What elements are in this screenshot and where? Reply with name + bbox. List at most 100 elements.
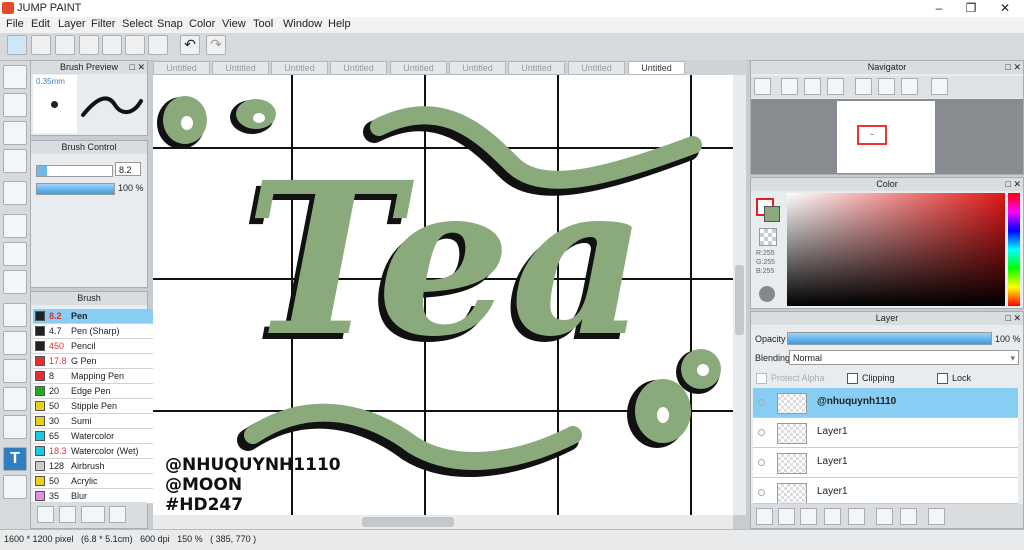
visibility-eye-icon[interactable] [758,429,765,436]
list-icon[interactable] [125,35,145,55]
layer-row[interactable]: Layer1 [753,418,1018,448]
menu-snap[interactable]: Snap [157,18,183,30]
brush-item[interactable]: 128 Airbrush [33,459,160,474]
zoom-out-icon[interactable] [827,78,844,95]
lock-checkbox[interactable]: Lock [937,373,971,385]
document-icon[interactable] [102,35,122,55]
move-tool-icon[interactable] [3,181,27,205]
menu-file[interactable]: File [6,18,24,30]
transparent-color-icon[interactable] [759,228,777,246]
menu-color[interactable]: Color [189,18,215,30]
canvas-vertical-scrollbar[interactable] [733,75,746,515]
menu-layer[interactable]: Layer [58,18,86,30]
visibility-eye-icon[interactable] [758,489,765,496]
menu-help[interactable]: Help [328,18,351,30]
rectangle-tool-icon[interactable] [3,121,27,145]
tab-untitled[interactable]: Untitled [271,61,328,75]
panel-close-icon[interactable]: □ ✕ [1006,62,1021,73]
brush-settings-icon[interactable] [37,506,54,523]
protect-alpha-checkbox[interactable]: Protect Alpha [756,373,825,385]
new-layer-icon[interactable] [756,508,773,525]
flip-icon[interactable] [931,78,948,95]
message-icon[interactable] [79,35,99,55]
tab-untitled[interactable]: Untitled [153,61,210,75]
layer-merge-icon[interactable] [900,508,917,525]
brush-delete-icon[interactable] [109,506,126,523]
line-tool-icon[interactable] [3,149,27,173]
color-wheel-icon[interactable] [759,286,775,302]
menu-edit[interactable]: Edit [31,18,50,30]
select-pen-tool-icon[interactable] [3,387,27,411]
tab-untitled-active[interactable]: Untitled [628,61,685,75]
blending-select[interactable]: Normal ▾ [789,350,1019,365]
trash-icon[interactable] [928,508,945,525]
reset-rotation-icon[interactable] [878,78,895,95]
eyedropper-tool-icon[interactable] [3,475,27,499]
panel-close-icon[interactable]: □ ✕ [130,62,145,73]
brush-item[interactable]: 17.8 G Pen [33,354,160,369]
brush-item[interactable]: 50 Stipple Pen [33,399,160,414]
maximize-button[interactable]: ❐ [954,0,988,17]
menu-window[interactable]: Window [283,18,322,30]
canvas-horizontal-scrollbar[interactable] [153,515,733,529]
tab-untitled[interactable]: Untitled [508,61,565,75]
share-icon[interactable] [31,35,51,55]
pen-tool-icon[interactable] [3,65,27,89]
redo-icon[interactable]: ↷ [206,35,226,55]
layer-copy-icon[interactable] [800,508,817,525]
brush-item[interactable]: 20 Edge Pen [33,384,160,399]
brush-copy-icon[interactable] [81,506,105,523]
gradient-tool-icon[interactable] [3,270,27,294]
visibility-eye-icon[interactable] [758,399,765,406]
menu-tool[interactable]: Tool [253,18,273,30]
zoom-fit-icon[interactable] [754,78,771,95]
new-layer-alt-icon[interactable] [778,508,795,525]
minimize-button[interactable]: – [922,0,956,17]
brush-item[interactable]: 30 Sumi [33,414,160,429]
bucket-tool-icon[interactable] [3,242,27,266]
close-button[interactable]: ✕ [988,0,1022,17]
eraser-tool-icon[interactable] [3,93,27,117]
clipping-checkbox[interactable]: Clipping [847,373,895,385]
menu-select[interactable]: Select [122,18,153,30]
layer-row[interactable]: Layer1 [753,478,1018,504]
brush-size-slider[interactable] [36,165,113,177]
lasso-tool-icon[interactable] [3,331,27,355]
menu-filter[interactable]: Filter [91,18,115,30]
navigator-preview[interactable]: ~ [751,99,1023,174]
panel-close-icon[interactable]: □ ✕ [1006,179,1021,190]
magic-wand-tool-icon[interactable] [3,359,27,383]
layer-row[interactable]: Layer1 [753,448,1018,478]
color-saturation-picker[interactable] [787,193,1005,306]
brush-new-icon[interactable] [59,506,76,523]
brush-item[interactable]: 50 Acrylic [33,474,160,489]
rotate-right-icon[interactable] [901,78,918,95]
layer-opacity-slider[interactable] [787,332,992,345]
brush-size-input[interactable]: 8.2 [115,162,141,176]
menu-view[interactable]: View [222,18,246,30]
fit-window-icon[interactable] [804,78,821,95]
undo-icon[interactable]: ↶ [180,35,200,55]
drawing-canvas[interactable]: Tea Tea @NHUQUYNH1110 @MOON #HD247 [153,75,733,515]
folder-icon[interactable] [848,508,865,525]
brush-item[interactable]: 8.2 Pen [33,309,160,324]
zoom-in-icon[interactable] [781,78,798,95]
tab-untitled[interactable]: Untitled [568,61,625,75]
text-tool-icon[interactable]: T [3,447,27,471]
brush-item[interactable]: 4.7 Pen (Sharp) [33,324,160,339]
visibility-eye-icon[interactable] [758,459,765,466]
brush-item[interactable]: 450 Pencil [33,339,160,354]
tab-untitled[interactable]: Untitled [390,61,447,75]
panel-close-icon[interactable]: □ ✕ [1006,313,1021,324]
check-icon[interactable] [7,35,27,55]
layer-tone-icon[interactable] [824,508,841,525]
layer-row[interactable]: @nhuquynh1110 [753,388,1018,418]
brush-item[interactable]: 8 Mapping Pen [33,369,160,384]
rect-select-tool-icon[interactable] [3,303,27,327]
brush-item[interactable]: 18.3 Watercolor (Wet) [33,444,160,459]
settings-list-icon[interactable] [148,35,168,55]
hue-slider[interactable] [1008,193,1020,306]
background-color-swatch[interactable] [764,206,780,222]
tab-untitled[interactable]: Untitled [212,61,269,75]
tab-untitled[interactable]: Untitled [449,61,506,75]
